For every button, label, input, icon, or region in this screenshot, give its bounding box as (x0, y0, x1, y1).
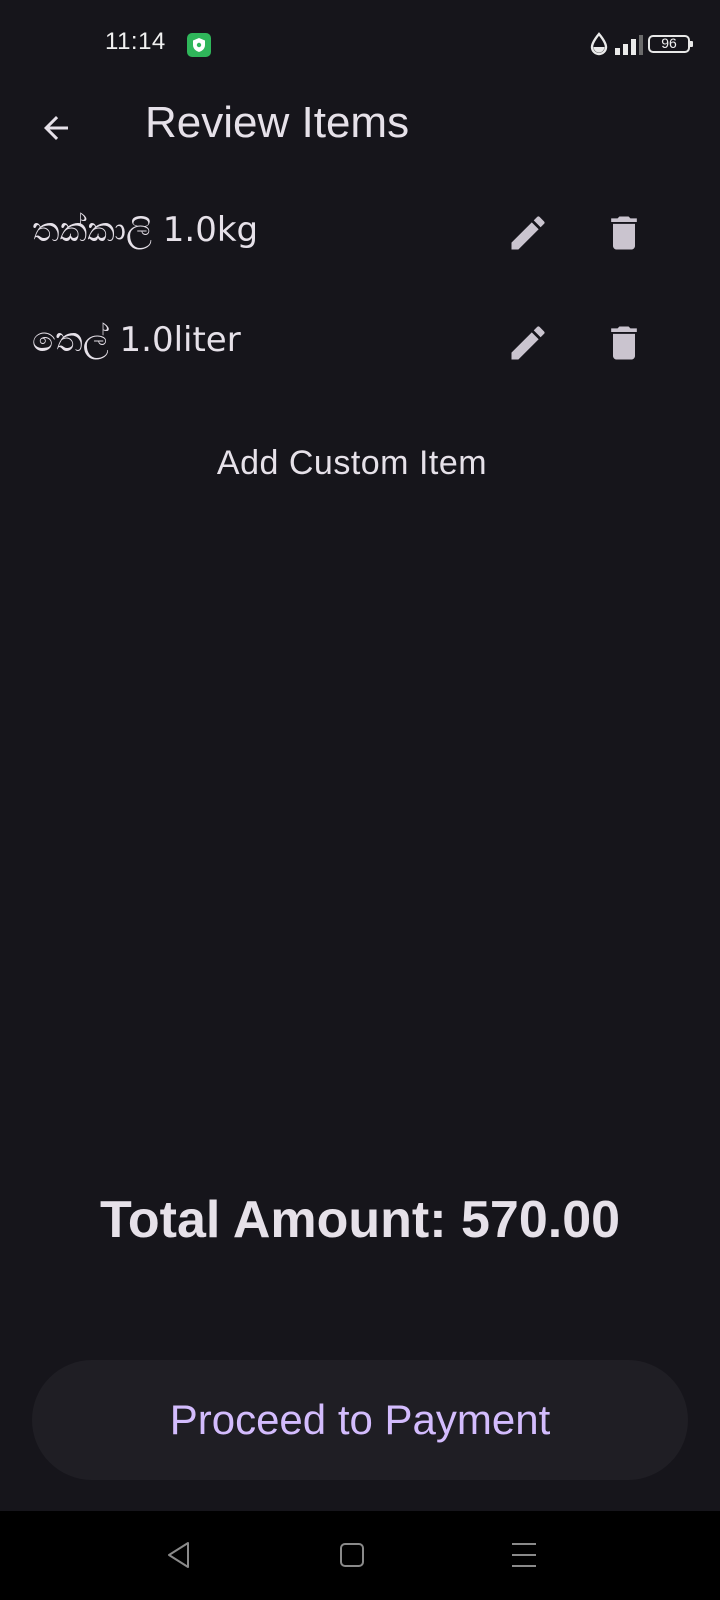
trash-icon (611, 326, 637, 360)
battery-icon: 96 (648, 35, 693, 53)
item-label: තක්කාලි 1.0kg (32, 210, 259, 250)
list-item: තෙල් 1.0liter (0, 295, 720, 405)
delete-button[interactable] (598, 207, 650, 259)
drop-icon (590, 32, 608, 60)
menu-recents-icon[interactable] (510, 1539, 538, 1575)
proceed-to-payment-button[interactable]: Proceed to Payment (32, 1360, 688, 1480)
total-amount: Total Amount: 570.00 (99, 1191, 621, 1249)
edit-button[interactable] (502, 317, 554, 369)
triangle-back-icon[interactable] (164, 1539, 194, 1575)
trash-icon (611, 216, 637, 250)
status-time: 11:14 (105, 28, 166, 55)
item-label: තෙල් 1.0liter (32, 320, 241, 360)
status-bar: 11:14 96 (0, 0, 720, 90)
pencil-icon (511, 326, 545, 360)
delete-button[interactable] (598, 317, 650, 369)
system-nav-bar (0, 1511, 720, 1600)
arrow-left-icon (44, 116, 68, 140)
back-button[interactable] (28, 100, 84, 156)
shield-app-icon (187, 33, 211, 57)
edit-button[interactable] (502, 207, 554, 259)
app-bar: Review Items (0, 90, 720, 170)
list-item: තක්කාලි 1.0kg (0, 185, 720, 295)
add-custom-item-button[interactable]: Add Custom Item (180, 430, 524, 496)
pencil-icon (511, 216, 545, 250)
page-title: Review Items (145, 98, 410, 147)
square-home-icon[interactable] (338, 1539, 366, 1575)
signal-icon (614, 34, 644, 60)
battery-level: 96 (661, 35, 677, 51)
